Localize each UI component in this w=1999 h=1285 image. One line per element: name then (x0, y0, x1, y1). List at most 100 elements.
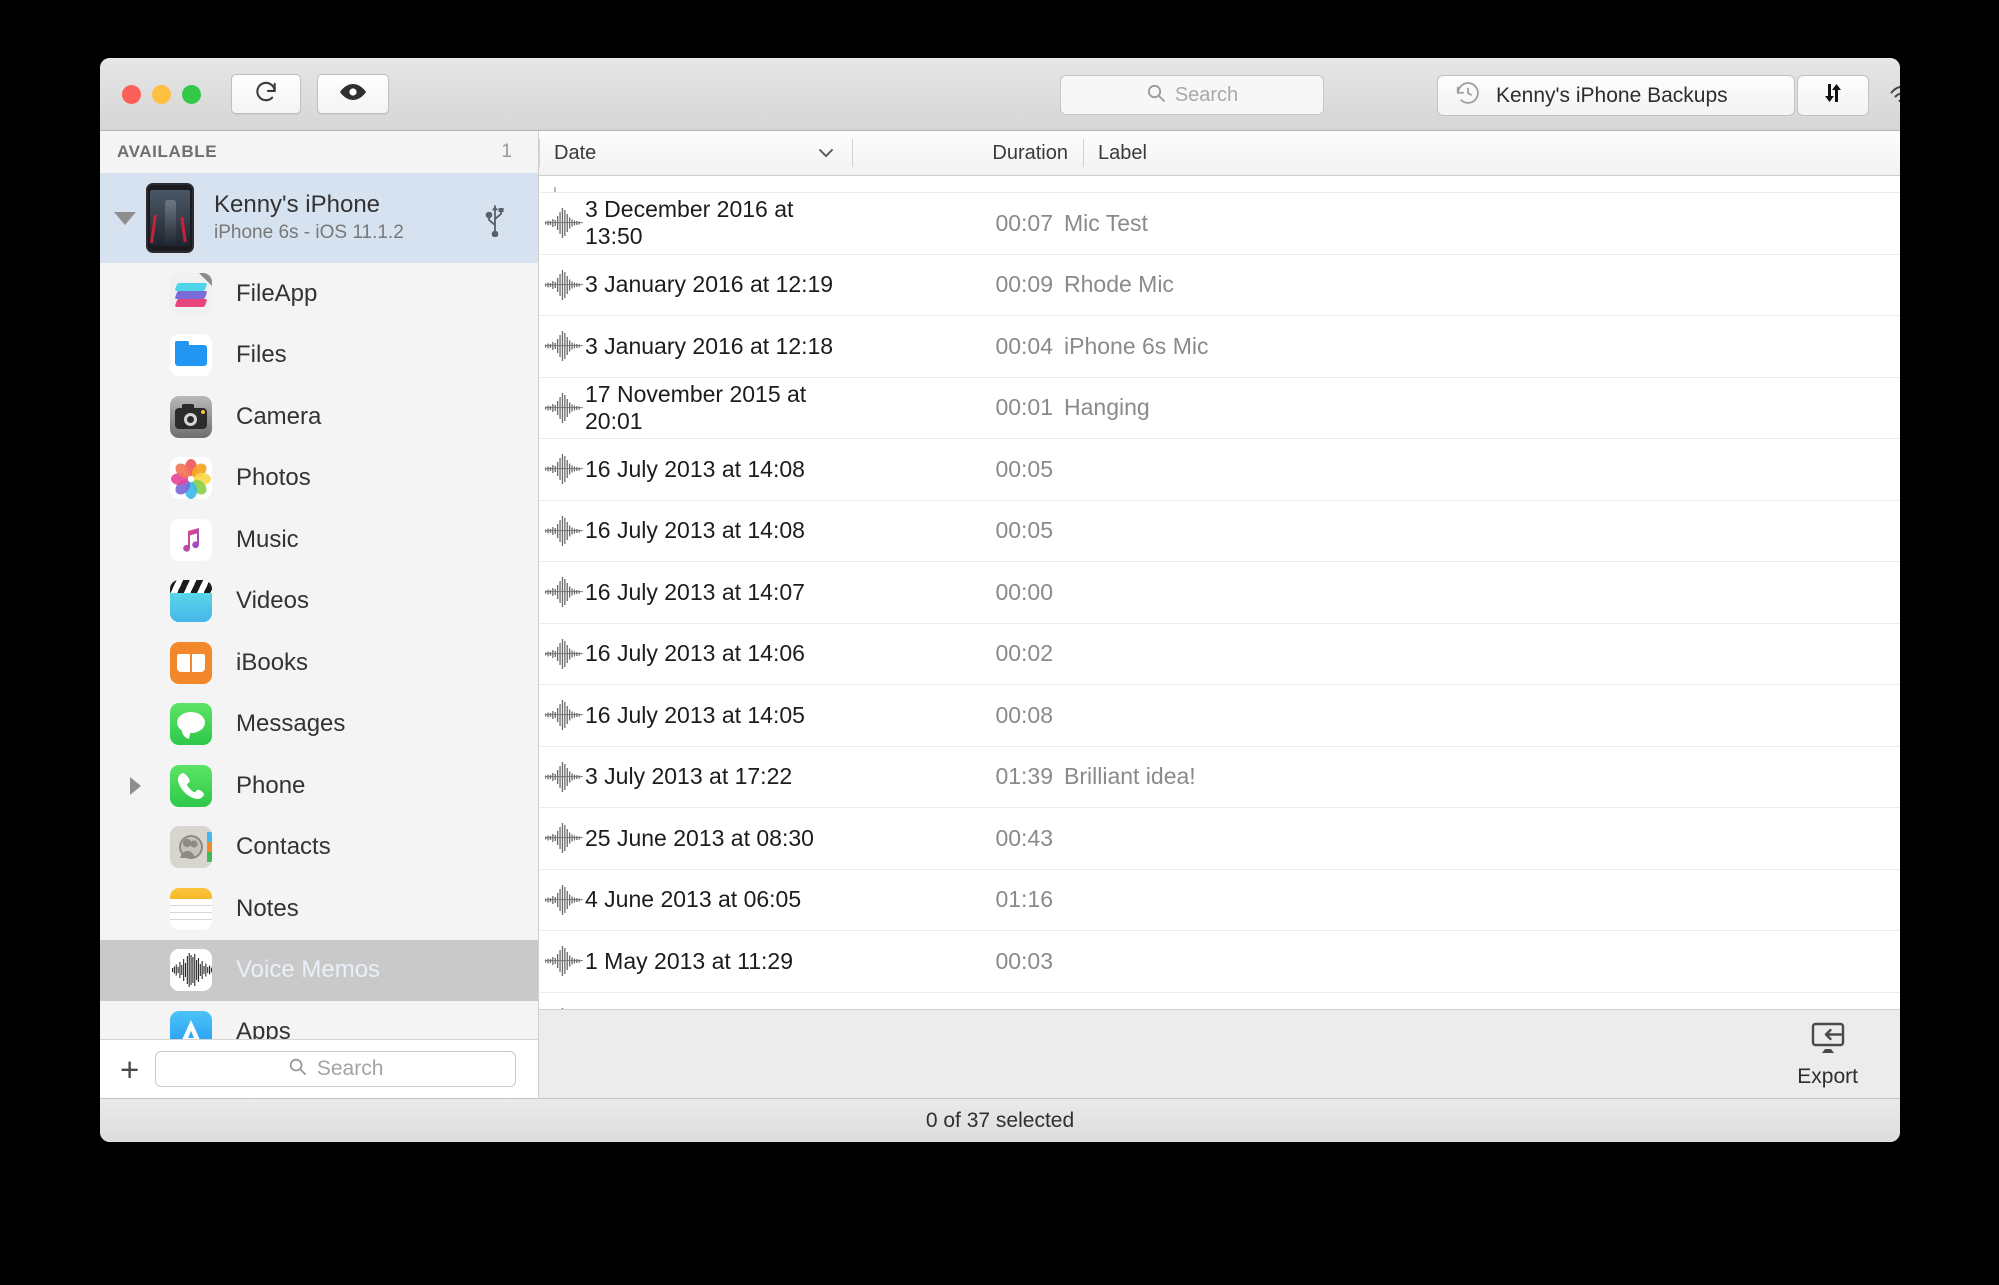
recording-duration: 00:00 (995, 578, 1053, 605)
sidebar-item-label: Music (236, 525, 299, 553)
device-text: Kenny's iPhone iPhone 6s - iOS 11.1.2 (214, 190, 404, 246)
sidebar-item-label: Notes (236, 894, 299, 922)
recording-duration: 00:43 (995, 824, 1053, 851)
sidebar-search-input[interactable]: Search (155, 1051, 516, 1087)
sidebar-item-label: Phone (236, 771, 306, 799)
sidebar-app-list[interactable]: FileApp Files Camera Photos Music Videos iBook… (100, 263, 538, 1039)
history-clock-icon (1454, 79, 1482, 112)
toolbar: Search Kenny's iPhone Backups (100, 58, 1900, 131)
table-row[interactable]: 3 July 2013 at 17:22 01:39 Brilliant idea! (539, 747, 1900, 808)
sidebar-item-label: Contacts (236, 833, 331, 861)
recording-date: 25 June 2013 at 08:30 (585, 824, 814, 851)
sidebar-item-music[interactable]: Music (100, 509, 538, 571)
sidebar-section-count: 1 (501, 141, 512, 162)
table-row[interactable]: 25 June 2013 at 08:30 00:43 (539, 808, 1900, 870)
sidebar-item-photos[interactable]: Photos (100, 448, 538, 510)
fileapp-icon (170, 272, 212, 315)
search-icon (1146, 83, 1166, 108)
table-row[interactable]: 16 July 2013 at 14:08 00:05 (539, 439, 1900, 501)
sidebar-item-messages[interactable]: Messages (100, 694, 538, 756)
maximize-button[interactable] (182, 84, 201, 104)
sidebar-item-ibooks[interactable]: iBooks (100, 632, 538, 694)
eye-icon (338, 81, 368, 108)
search-input[interactable]: Search (1060, 75, 1324, 115)
sidebar-item-fileapp[interactable]: FileApp (100, 263, 538, 325)
recording-label: iPhone 6s Mic (1064, 332, 1209, 359)
recordings-list[interactable]: 3 December 2016 at 13:50 00:07 Mic Test 3 J… (539, 176, 1900, 1009)
recording-duration: 00:02 (995, 640, 1053, 667)
backups-button[interactable]: Kenny's iPhone Backups (1437, 75, 1795, 116)
minimize-button[interactable] (152, 84, 171, 104)
export-button[interactable]: Export (1797, 1020, 1858, 1089)
wifi-sync-button[interactable] (1885, 78, 1900, 117)
window-controls (122, 84, 201, 104)
contacts-icon (170, 826, 212, 869)
sidebar-footer: + Search (100, 1039, 538, 1098)
waveform-icon (543, 268, 585, 302)
quicklook-button[interactable] (317, 74, 389, 114)
transfer-button[interactable] (1797, 75, 1869, 116)
sidebar-item-label: Camera (236, 402, 322, 430)
waveform-icon (543, 206, 585, 240)
table-row[interactable]: 16 July 2013 at 14:06 00:02 (539, 624, 1900, 685)
waveform-icon (543, 944, 585, 978)
column-header-label[interactable]: Label (1083, 131, 1900, 175)
sidebar: AVAILABLE 1 Kenny's iPhone iPhone 6s - i… (100, 131, 539, 1098)
phone-icon (170, 764, 212, 807)
recording-date: 17 November 2015 at 20:01 (585, 380, 807, 434)
waveform-icon (543, 637, 585, 671)
column-header-duration-label: Duration (992, 141, 1068, 164)
refresh-button[interactable] (231, 74, 301, 114)
export-to-computer-icon (1807, 1020, 1849, 1061)
recording-date: 3 December 2016 at 13:50 (585, 196, 794, 250)
table-row[interactable]: 3 January 2016 at 12:18 00:04 iPhone 6s Mi… (539, 316, 1900, 378)
sidebar-item-phone[interactable]: Phone (100, 755, 538, 817)
sidebar-item-label: Voice Memos (236, 956, 381, 984)
main-panel: Date Duration Label 3 December 2016 at 1… (539, 131, 1900, 1098)
backups-label: Kenny's iPhone Backups (1496, 83, 1728, 107)
app-window: Search Kenny's iPhone Backups AVAILABLE … (100, 58, 1900, 1142)
sidebar-item-camera[interactable]: Camera (100, 386, 538, 448)
sidebar-item-notes[interactable]: Notes (100, 878, 538, 940)
usb-icon (484, 201, 506, 242)
sidebar-item-apps[interactable]: Apps (100, 1001, 538, 1039)
table-row[interactable]: 17 November 2015 at 20:01 00:01 Hanging (539, 378, 1900, 439)
sidebar-item-contacts[interactable]: Contacts (100, 817, 538, 879)
recording-duration: 00:05 (995, 455, 1053, 482)
sidebar-item-voice-memos[interactable]: Voice Memos (100, 939, 538, 1001)
recording-duration: 00:07 (995, 209, 1053, 236)
recording-duration: 00:09 (995, 271, 1053, 298)
waveform-icon (543, 698, 585, 732)
sidebar-item-videos[interactable]: Videos (100, 571, 538, 633)
column-header-date[interactable]: Date (539, 131, 852, 175)
sidebar-item-device[interactable]: Kenny's iPhone iPhone 6s - iOS 11.1.2 (100, 173, 538, 263)
table-row[interactable]: 16 July 2013 at 14:08 00:05 (539, 501, 1900, 562)
disclosure-triangle-icon[interactable] (114, 211, 136, 225)
table-row[interactable]: 3 January 2016 at 12:19 00:09 Rhode Mic (539, 255, 1900, 316)
window-body: AVAILABLE 1 Kenny's iPhone iPhone 6s - i… (100, 131, 1900, 1098)
waveform-icon (543, 821, 585, 855)
table-row[interactable]: 4 June 2013 at 06:05 01:16 (539, 870, 1900, 931)
close-button[interactable] (122, 84, 141, 104)
transfer-down-up-icon (1819, 81, 1847, 110)
recording-date: 16 July 2013 at 14:07 (585, 578, 805, 605)
recording-date: 4 June 2013 at 06:05 (585, 886, 802, 913)
table-row[interactable]: 1 May 2013 at 11:29 00:03 (539, 931, 1900, 993)
sidebar-item-label: Videos (236, 587, 309, 615)
table-row[interactable]: 16 July 2013 at 14:05 00:08 (539, 685, 1900, 747)
sidebar-item-label: Files (236, 341, 287, 369)
column-header-duration[interactable]: Duration (852, 131, 1083, 175)
recording-date: 3 July 2013 at 17:22 (585, 763, 793, 790)
table-row[interactable]: 30 April 2013 at 00:4600:36 (539, 993, 1900, 1009)
disclosure-triangle-icon[interactable] (130, 776, 141, 795)
sidebar-item-files[interactable]: Files (100, 325, 538, 387)
table-row[interactable]: 16 July 2013 at 14:07 00:00 (539, 562, 1900, 624)
waveform-icon (543, 760, 585, 794)
sidebar-item-label: Apps (236, 1017, 291, 1039)
recording-date: 16 July 2013 at 14:08 (585, 517, 805, 544)
table-row[interactable]: 3 December 2016 at 13:50 00:07 Mic Test (539, 193, 1900, 255)
column-header-label-label: Label (1098, 141, 1147, 164)
add-button[interactable]: + (120, 1053, 139, 1086)
export-label: Export (1797, 1064, 1858, 1088)
camera-icon (170, 395, 212, 438)
